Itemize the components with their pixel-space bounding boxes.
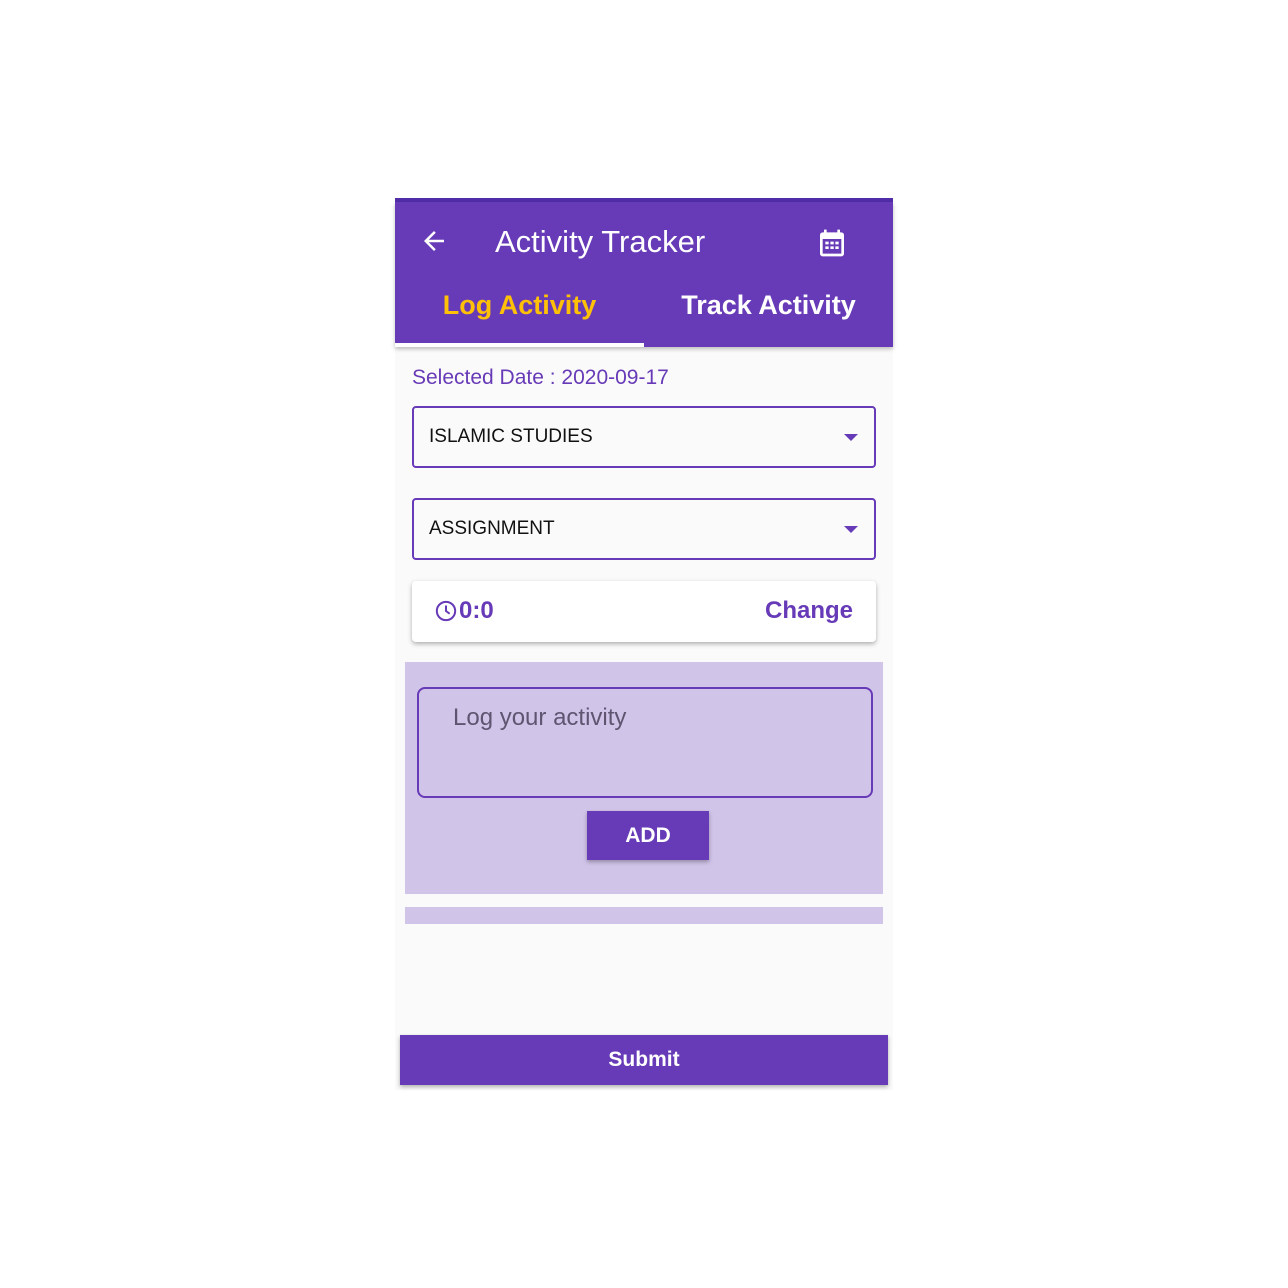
dropdown-caret-icon	[844, 434, 858, 441]
log-panel: ADD	[405, 662, 883, 894]
time-card: 0:0 Change	[412, 581, 876, 642]
arrow-left-icon[interactable]	[419, 226, 449, 256]
calendar-icon[interactable]	[816, 226, 848, 260]
tab-indicator	[395, 343, 644, 347]
change-time-button[interactable]: Change	[765, 597, 853, 625]
add-button[interactable]: ADD	[587, 811, 709, 860]
submit-button[interactable]: Submit	[400, 1035, 888, 1085]
activity-type-dropdown[interactable]: ASSIGNMENT	[412, 498, 876, 560]
clock-icon	[435, 600, 457, 622]
tab-track-activity[interactable]: Track Activity	[644, 290, 893, 321]
app-bar: Activity Tracker Log Activity Track Acti…	[395, 202, 893, 347]
selected-date: Selected Date : 2020-09-17	[412, 366, 669, 389]
page-title: Activity Tracker	[495, 224, 706, 259]
tab-log-activity[interactable]: Log Activity	[395, 290, 644, 321]
app-screen: Activity Tracker Log Activity Track Acti…	[395, 198, 893, 1090]
activity-list	[405, 907, 883, 924]
log-activity-input[interactable]	[417, 687, 873, 798]
dropdown-caret-icon	[844, 526, 858, 533]
activity-type-value: ASSIGNMENT	[429, 518, 555, 539]
subject-dropdown[interactable]: ISLAMIC STUDIES	[412, 406, 876, 468]
subject-value: ISLAMIC STUDIES	[429, 426, 593, 447]
time-value: 0:0	[459, 597, 494, 624]
